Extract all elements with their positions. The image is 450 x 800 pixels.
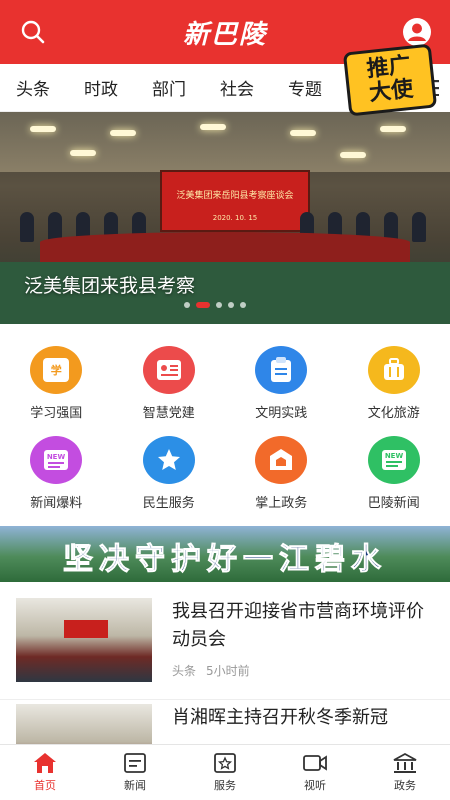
news-title: 肖湘晖主持召开秋冬季新冠 [172, 707, 388, 728]
tab-departments[interactable]: 部门 [152, 75, 186, 100]
service-grid: 学 学习强国 智慧党建 文明实践 文化旅游 NEW 新闻爆料 民生服务 掌上政务… [0, 336, 450, 516]
badge-text-bottom: 大使 [368, 76, 415, 107]
grid-item-party[interactable]: 智慧党建 [113, 336, 226, 426]
clipboard-icon [255, 346, 308, 394]
nav-label: 首页 [34, 779, 56, 792]
government-icon [255, 436, 308, 484]
star-icon [142, 436, 195, 484]
tab-headline[interactable]: 头条 [16, 75, 50, 100]
service-icon [214, 753, 236, 773]
svg-text:NEW: NEW [385, 452, 404, 460]
tab-topics[interactable]: 专题 [288, 75, 322, 100]
carousel-dot[interactable] [240, 302, 246, 308]
nav-label: 新闻 [124, 779, 146, 792]
grid-item-tourism[interactable]: 文化旅游 [338, 336, 450, 426]
study-icon: 学 [30, 346, 83, 394]
nav-gov[interactable]: 政务 [360, 745, 450, 800]
grid-label: 文明实践 [255, 406, 308, 421]
hero-banner[interactable]: 泛美集团来岳阳县考察座谈会 2020. 10. 15 泛美集团来我县考察 [0, 112, 450, 324]
banner-photo-table [40, 232, 410, 266]
home-icon [34, 753, 56, 773]
govt-building-icon [393, 752, 417, 773]
news-category: 头条 [172, 664, 197, 678]
carousel-dot[interactable] [184, 302, 190, 308]
news-time: 5小时前 [206, 664, 250, 678]
slogan-banner[interactable]: 坚决守护好一江碧水 [0, 526, 450, 582]
party-icon [142, 346, 195, 394]
carousel-dot[interactable] [216, 302, 222, 308]
video-icon [303, 755, 327, 771]
tab-society[interactable]: 社会 [220, 75, 254, 100]
thumbnail-screen [64, 620, 108, 638]
grid-item-study[interactable]: 学 学习强国 [0, 336, 113, 426]
app-logo: 新巴陵 [182, 19, 267, 50]
svg-text:NEW: NEW [47, 453, 66, 461]
news-list-icon [124, 753, 146, 773]
grid-label: 学习强国 [30, 406, 83, 421]
news-new-icon: NEW [367, 436, 420, 484]
grid-label: 智慧党建 [142, 406, 195, 421]
banner-photo-ceiling [0, 112, 450, 172]
carousel-dot-active[interactable] [196, 302, 210, 308]
bottom-nav: 首页 新闻 服务 视听 政务 [0, 744, 450, 800]
carousel-dot[interactable] [228, 302, 234, 308]
news-title: 我县召开迎接省市营商环境评价动员会 [172, 601, 424, 650]
news-item[interactable]: 我县召开迎接省市营商环境评价动员会 头条 5小时前 [0, 594, 450, 700]
nav-video[interactable]: 视听 [270, 745, 360, 800]
grid-label: 新闻爆料 [30, 496, 83, 511]
grid-item-gov-affairs[interactable]: 掌上政务 [225, 426, 338, 516]
news-icon: NEW [30, 436, 83, 484]
nav-label: 服务 [214, 779, 236, 792]
news-meta: 头条 5小时前 [172, 662, 250, 679]
grid-label: 掌上政务 [255, 496, 308, 511]
grid-item-livelihood[interactable]: 民生服务 [113, 426, 226, 516]
promo-ambassador-badge[interactable]: 推广 大使 [342, 43, 438, 117]
grid-label: 文化旅游 [367, 406, 420, 421]
grid-item-civilization[interactable]: 文明实践 [225, 336, 338, 426]
nav-service[interactable]: 服务 [180, 745, 270, 800]
carousel-dots[interactable] [184, 302, 246, 308]
screen-title: 泛美集团来岳阳县考察座谈会 [176, 191, 294, 201]
grid-item-news-tips[interactable]: NEW 新闻爆料 [0, 426, 113, 516]
grid-label: 巴陵新闻 [367, 496, 420, 511]
nav-label: 视听 [304, 779, 326, 792]
banner-caption: 泛美集团来我县考察 [24, 275, 196, 297]
nav-news[interactable]: 新闻 [90, 745, 180, 800]
luggage-icon [367, 346, 420, 394]
nav-home[interactable]: 首页 [0, 745, 90, 800]
user-icon[interactable] [402, 17, 432, 47]
nav-label: 政务 [394, 779, 416, 792]
news-thumbnail [16, 598, 152, 682]
search-icon[interactable] [18, 17, 48, 47]
slogan-text: 坚决守护好一江碧水 [63, 542, 387, 578]
grid-label: 民生服务 [142, 496, 195, 511]
grid-item-baling-news[interactable]: NEW 巴陵新闻 [338, 426, 450, 516]
tab-politics[interactable]: 时政 [84, 75, 118, 100]
